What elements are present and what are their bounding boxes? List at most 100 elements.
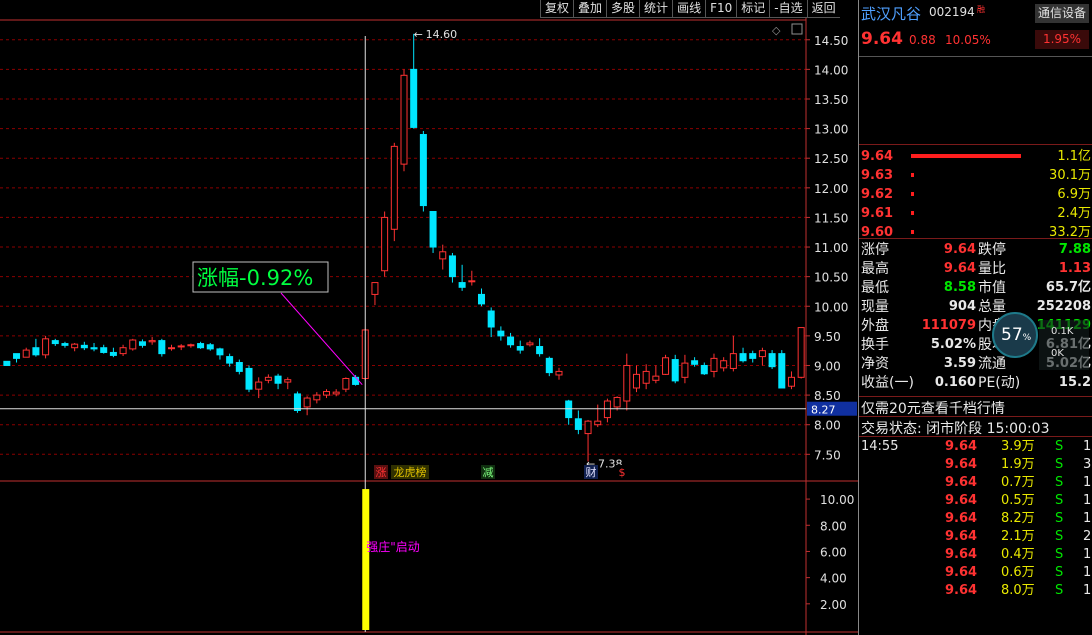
candle-body: [507, 336, 515, 346]
kline-chart[interactable]: 14.50 14.00 13.50 13.00 12.50 12.00 11.50 11.00…: [0, 0, 858, 635]
orderbook-volume: 30.1万: [1049, 168, 1091, 183]
event-marker: $: [619, 466, 626, 479]
candle-body: [148, 340, 156, 343]
trade-status: 交易状态: 闭市阶段 15:00:03: [861, 421, 1050, 437]
tick-side: S: [1055, 475, 1064, 490]
stat-value: 252208: [1036, 299, 1091, 314]
tick-volume: 1.9万: [1001, 457, 1035, 472]
tick-price: 9.64: [945, 457, 978, 472]
stat-row: 收益(一) 0.160 PE(动) 15.2: [859, 374, 1092, 392]
candle-body: [536, 346, 544, 355]
orderbook-volume: 1.1亿: [1057, 149, 1091, 164]
price-tick-label: 13.00: [814, 123, 848, 137]
tick-price: 9.64: [945, 565, 978, 580]
price-tick-label: 11.00: [814, 241, 848, 255]
tick-side: S: [1055, 457, 1064, 472]
candle-body: [468, 280, 476, 283]
event-marker: 龙虎榜: [394, 465, 427, 479]
price-change: 0.88: [909, 33, 936, 47]
orderbook-row[interactable]: 9.61 2.4万: [859, 205, 1092, 223]
candle-body: [3, 360, 11, 366]
event-marker: 财: [586, 465, 597, 479]
stat-value: 7.88: [1058, 242, 1091, 257]
candle-body: [381, 216, 389, 272]
quote-panel: 武汉凡谷 002194 融 通信设备 1.95% 9.64 0.88 10.05…: [858, 0, 1092, 635]
candle-body: [323, 391, 331, 396]
stat-value: 5.02%: [930, 337, 976, 352]
stat-value: 111079: [921, 318, 976, 333]
price-tick-label: 8.50: [814, 389, 841, 403]
tick-count: 1: [1083, 439, 1092, 454]
stat-label: 换手: [861, 337, 889, 353]
stat-label: 最高: [861, 261, 889, 277]
tick-row: 9.64 8.2万 S 1: [859, 510, 1092, 528]
candle-body: [623, 364, 631, 402]
candle-body: [477, 293, 485, 305]
industry-button[interactable]: 通信设备: [1035, 4, 1089, 23]
signal-label: 强庄"启动: [366, 539, 420, 554]
stat-value: 1.13: [1058, 261, 1091, 276]
candle-body: [768, 353, 776, 368]
candle-body: [168, 347, 176, 350]
margin-tag: 融: [977, 5, 985, 14]
candle-body: [90, 347, 98, 350]
draw-line-button[interactable]: 画线: [672, 0, 706, 18]
orderbook-volume: 33.2万: [1049, 225, 1091, 240]
tick-row: 9.64 2.1万 S 2: [859, 528, 1092, 546]
remove-watchlist-button[interactable]: -自选: [769, 0, 807, 18]
orderbook-row[interactable]: 9.60 33.2万: [859, 224, 1092, 242]
fuquan-button[interactable]: 复权: [540, 0, 574, 18]
orderbook-row[interactable]: 9.63 30.1万: [859, 167, 1092, 185]
level2-promo[interactable]: 仅需20元查看千档行情: [861, 398, 1005, 418]
candle-body: [497, 330, 505, 337]
candle-body: [274, 375, 282, 384]
flow-up: 0.1K: [1051, 326, 1074, 337]
price-change-pct: 10.05%: [945, 33, 991, 47]
tick-row: 9.64 0.7万 S 1: [859, 474, 1092, 492]
price-tick-label: 8.00: [814, 419, 841, 433]
candle-body: [129, 339, 137, 350]
tick-side: S: [1055, 547, 1064, 562]
orderbook-price: 9.64: [861, 149, 894, 164]
candle-body: [293, 393, 301, 411]
statistics-button[interactable]: 统计: [639, 0, 673, 18]
tick-price: 9.64: [945, 583, 978, 598]
tick-count: 1: [1083, 547, 1092, 562]
tick-volume: 0.5万: [1001, 493, 1035, 508]
stock-name[interactable]: 武汉凡谷: [861, 3, 921, 24]
candle-body: [419, 134, 427, 207]
multi-stock-button[interactable]: 多股: [606, 0, 640, 18]
tick-row: 9.64 0.6万 S 1: [859, 564, 1092, 582]
candle-body: [584, 420, 592, 435]
stat-row: 现量 904 总量 252208: [859, 298, 1092, 316]
candle-body: [264, 376, 272, 381]
indicator-tick-label: 2.00: [820, 598, 847, 612]
candle-body: [177, 345, 185, 348]
candle-body: [216, 348, 224, 356]
back-button[interactable]: 返回: [806, 0, 840, 18]
orderbook-row[interactable]: 9.62 6.9万: [859, 186, 1092, 204]
f10-button[interactable]: F10: [705, 0, 737, 18]
flow-down: 0K: [1051, 348, 1064, 359]
candle-body: [32, 347, 40, 356]
tick-price: 9.64: [945, 439, 978, 454]
indicator-bar: [362, 489, 370, 630]
candle-body: [197, 343, 205, 349]
overlay-button[interactable]: 叠加: [573, 0, 607, 18]
stat-row: 最高 9.64 量比 1.13: [859, 260, 1092, 278]
event-marker: 减: [483, 466, 494, 479]
candle-body: [352, 376, 360, 385]
candle-body: [526, 342, 534, 346]
stat-row: 最低 8.58 市值 65.7亿: [859, 279, 1092, 297]
candle-body: [226, 356, 234, 364]
diamond-icon: ◇: [772, 24, 781, 37]
candle-body: [642, 370, 650, 384]
orderbook-row[interactable]: 9.64 1.1亿: [859, 148, 1092, 166]
orderbook-bar: [911, 230, 914, 234]
tick-price: 9.64: [945, 493, 978, 508]
tick-count: 1: [1083, 565, 1092, 580]
mark-button[interactable]: 标记: [736, 0, 770, 18]
price-tick-label: 10.50: [814, 271, 848, 285]
gauge-circle[interactable]: 57%: [992, 312, 1038, 358]
tick-row: 9.64 0.5万 S 1: [859, 492, 1092, 510]
